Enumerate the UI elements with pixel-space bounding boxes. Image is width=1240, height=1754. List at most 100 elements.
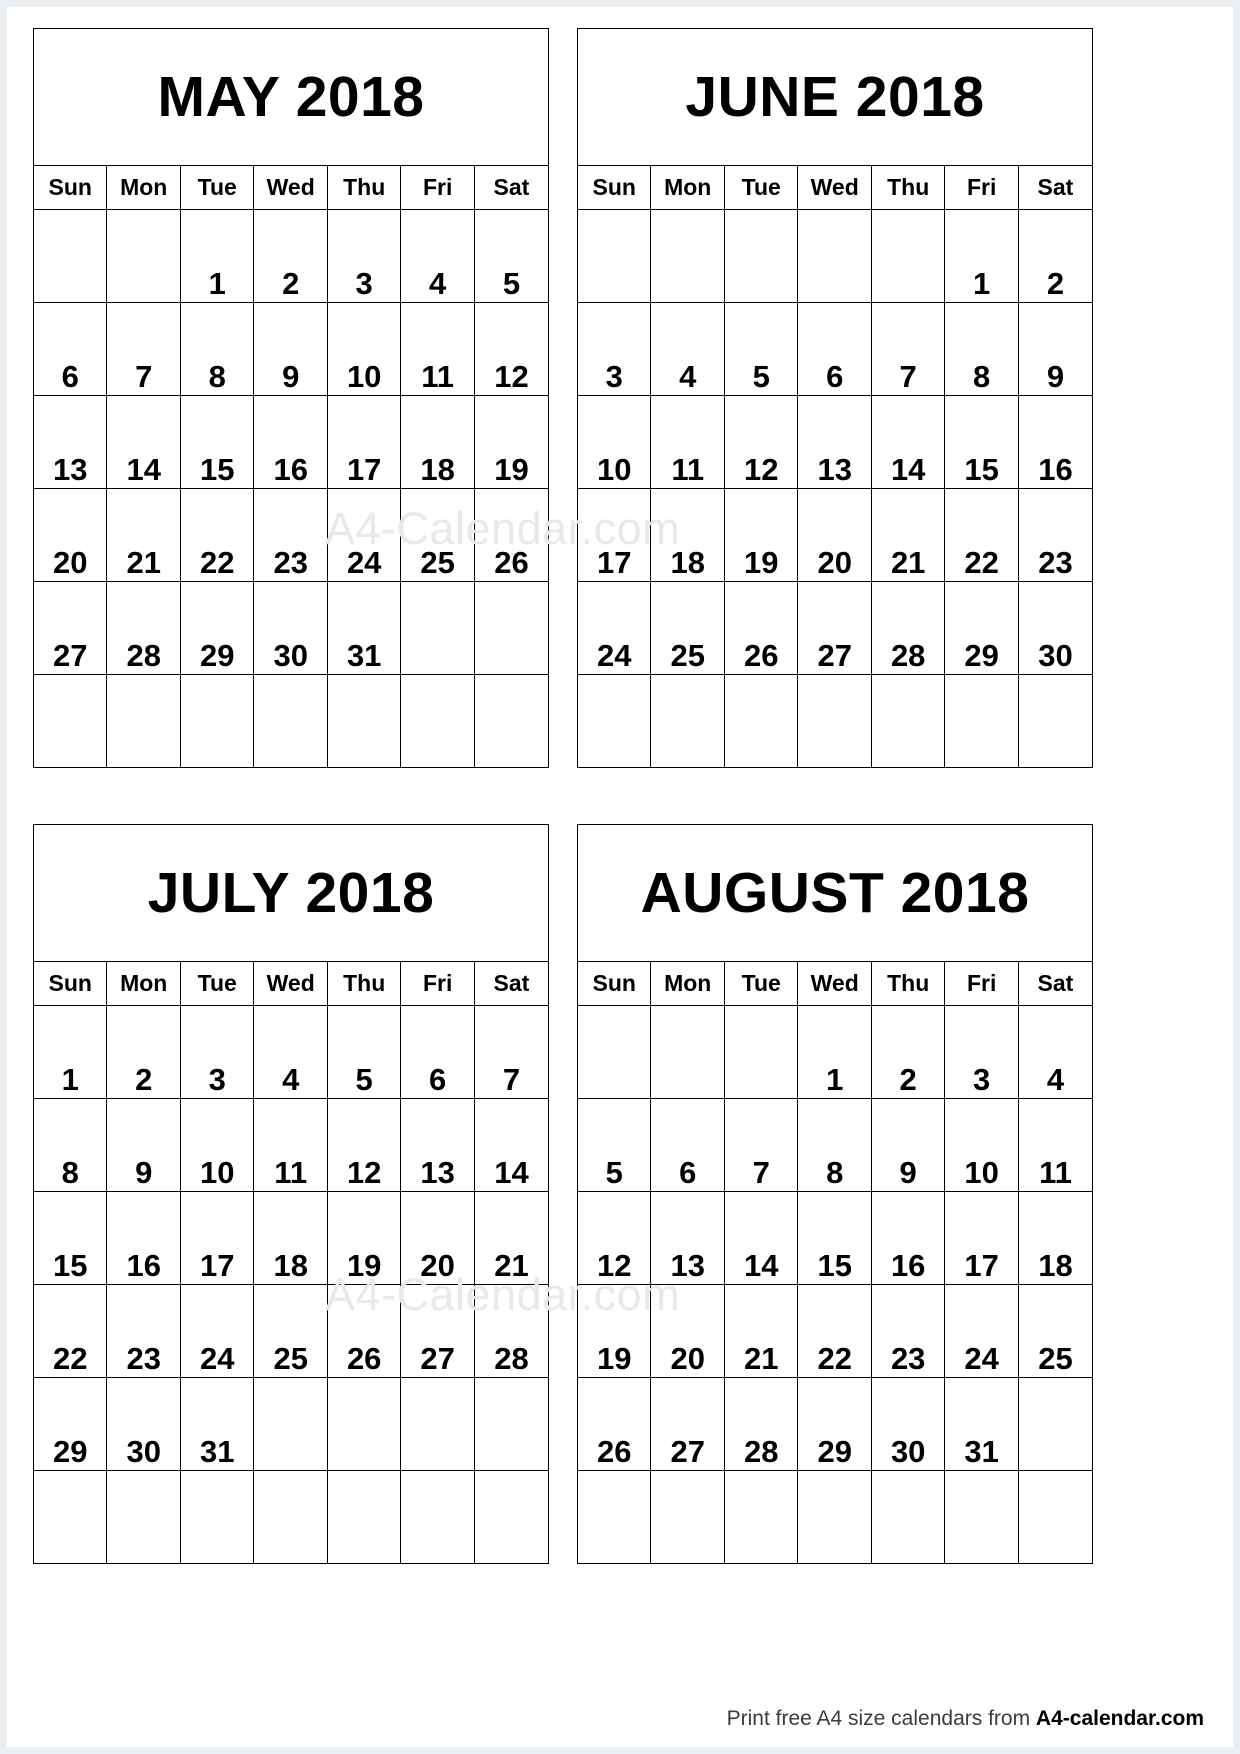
footer-brand-link[interactable]: A4-calendar.com (1036, 1707, 1204, 1730)
day-cell[interactable]: 13 (32, 395, 108, 489)
day-cell[interactable]: 7 (870, 302, 946, 396)
day-cell[interactable]: 17 (576, 488, 652, 582)
day-cell[interactable]: 31 (326, 581, 402, 675)
day-cell[interactable]: 7 (106, 302, 181, 396)
day-cell[interactable]: 4 (253, 1005, 328, 1099)
day-cell[interactable]: 17 (326, 395, 402, 489)
day-cell[interactable]: 12 (326, 1098, 402, 1192)
day-cell[interactable]: 6 (797, 302, 872, 396)
day-cell[interactable]: 4 (400, 209, 475, 303)
day-cell[interactable]: 17 (179, 1191, 255, 1285)
day-cell[interactable]: 5 (473, 209, 550, 303)
day-cell[interactable]: 6 (400, 1005, 475, 1099)
day-cell[interactable]: 13 (650, 1191, 725, 1285)
day-cell[interactable]: 25 (1017, 1284, 1094, 1378)
day-cell[interactable]: 18 (1017, 1191, 1094, 1285)
day-cell[interactable]: 28 (723, 1377, 799, 1471)
day-cell[interactable]: 7 (473, 1005, 550, 1099)
day-cell[interactable]: 19 (723, 488, 799, 582)
day-cell[interactable]: 2 (253, 209, 328, 303)
day-cell[interactable]: 8 (32, 1098, 108, 1192)
day-cell[interactable]: 27 (400, 1284, 475, 1378)
day-cell[interactable]: 24 (944, 1284, 1019, 1378)
day-cell[interactable]: 10 (326, 302, 402, 396)
day-cell[interactable]: 20 (400, 1191, 475, 1285)
day-cell[interactable]: 8 (944, 302, 1019, 396)
day-cell[interactable]: 25 (650, 581, 725, 675)
day-cell[interactable]: 30 (870, 1377, 946, 1471)
day-cell[interactable]: 29 (179, 581, 255, 675)
day-cell[interactable]: 4 (1017, 1005, 1094, 1099)
day-cell[interactable]: 6 (650, 1098, 725, 1192)
day-cell[interactable]: 3 (576, 302, 652, 396)
day-cell[interactable]: 23 (870, 1284, 946, 1378)
day-cell[interactable]: 17 (944, 1191, 1019, 1285)
day-cell[interactable]: 3 (179, 1005, 255, 1099)
day-cell[interactable]: 25 (253, 1284, 328, 1378)
day-cell[interactable]: 2 (870, 1005, 946, 1099)
day-cell[interactable]: 9 (870, 1098, 946, 1192)
day-cell[interactable]: 16 (106, 1191, 181, 1285)
day-cell[interactable]: 20 (797, 488, 872, 582)
day-cell[interactable]: 15 (32, 1191, 108, 1285)
day-cell[interactable]: 18 (650, 488, 725, 582)
day-cell[interactable]: 29 (32, 1377, 108, 1471)
day-cell[interactable]: 26 (723, 581, 799, 675)
day-cell[interactable]: 22 (944, 488, 1019, 582)
day-cell[interactable]: 2 (1017, 209, 1094, 303)
day-cell[interactable]: 12 (723, 395, 799, 489)
day-cell[interactable]: 22 (179, 488, 255, 582)
day-cell[interactable]: 31 (944, 1377, 1019, 1471)
day-cell[interactable]: 27 (32, 581, 108, 675)
day-cell[interactable]: 20 (32, 488, 108, 582)
day-cell[interactable]: 10 (179, 1098, 255, 1192)
day-cell[interactable]: 15 (179, 395, 255, 489)
day-cell[interactable]: 22 (797, 1284, 872, 1378)
day-cell[interactable]: 18 (253, 1191, 328, 1285)
day-cell[interactable]: 7 (723, 1098, 799, 1192)
day-cell[interactable]: 30 (253, 581, 328, 675)
day-cell[interactable]: 23 (106, 1284, 181, 1378)
day-cell[interactable]: 30 (1017, 581, 1094, 675)
day-cell[interactable]: 8 (179, 302, 255, 396)
day-cell[interactable]: 14 (106, 395, 181, 489)
day-cell[interactable]: 29 (944, 581, 1019, 675)
day-cell[interactable]: 28 (870, 581, 946, 675)
day-cell[interactable]: 12 (473, 302, 550, 396)
day-cell[interactable]: 14 (723, 1191, 799, 1285)
day-cell[interactable]: 11 (400, 302, 475, 396)
day-cell[interactable]: 6 (32, 302, 108, 396)
day-cell[interactable]: 21 (473, 1191, 550, 1285)
day-cell[interactable]: 9 (1017, 302, 1094, 396)
day-cell[interactable]: 18 (400, 395, 475, 489)
day-cell[interactable]: 24 (179, 1284, 255, 1378)
day-cell[interactable]: 27 (797, 581, 872, 675)
day-cell[interactable]: 19 (326, 1191, 402, 1285)
day-cell[interactable]: 20 (650, 1284, 725, 1378)
day-cell[interactable]: 14 (870, 395, 946, 489)
day-cell[interactable]: 8 (797, 1098, 872, 1192)
day-cell[interactable]: 1 (797, 1005, 872, 1099)
day-cell[interactable]: 16 (253, 395, 328, 489)
day-cell[interactable]: 26 (576, 1377, 652, 1471)
day-cell[interactable]: 3 (944, 1005, 1019, 1099)
day-cell[interactable]: 12 (576, 1191, 652, 1285)
day-cell[interactable]: 14 (473, 1098, 550, 1192)
day-cell[interactable]: 23 (253, 488, 328, 582)
day-cell[interactable]: 21 (723, 1284, 799, 1378)
day-cell[interactable]: 10 (944, 1098, 1019, 1192)
day-cell[interactable]: 28 (106, 581, 181, 675)
day-cell[interactable]: 1 (179, 209, 255, 303)
day-cell[interactable]: 24 (576, 581, 652, 675)
day-cell[interactable]: 9 (106, 1098, 181, 1192)
day-cell[interactable]: 21 (106, 488, 181, 582)
day-cell[interactable]: 16 (1017, 395, 1094, 489)
day-cell[interactable]: 5 (326, 1005, 402, 1099)
day-cell[interactable]: 31 (179, 1377, 255, 1471)
day-cell[interactable]: 16 (870, 1191, 946, 1285)
day-cell[interactable]: 25 (400, 488, 475, 582)
day-cell[interactable]: 13 (400, 1098, 475, 1192)
day-cell[interactable]: 5 (576, 1098, 652, 1192)
day-cell[interactable]: 19 (473, 395, 550, 489)
day-cell[interactable]: 1 (32, 1005, 108, 1099)
